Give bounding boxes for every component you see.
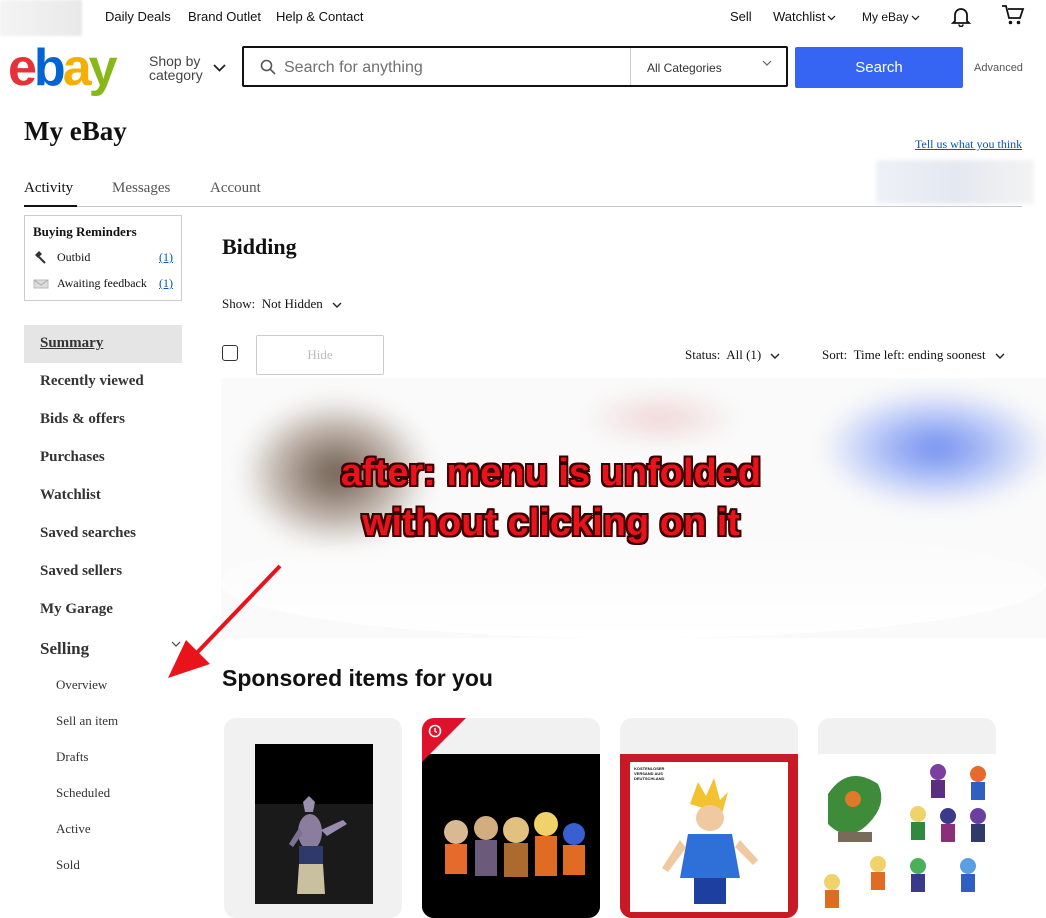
sponsored-title: Sponsored items for you xyxy=(222,665,493,691)
watchlist-label: Watchlist xyxy=(773,9,826,24)
status-filter[interactable]: Status: All (1) xyxy=(685,347,780,363)
reminder-label: Awaiting feedback xyxy=(57,276,147,290)
product-image xyxy=(255,744,373,904)
logo-letter: y xyxy=(88,39,118,97)
nav-subitem-sold[interactable]: Sold xyxy=(56,857,80,873)
chevron-down-icon xyxy=(770,347,780,363)
annotation-line2: without clicking on it xyxy=(362,502,740,544)
product-card[interactable]: KOSTENLOSER VERSAND AUS DEUTSCHLAND xyxy=(620,718,798,918)
tab-activity[interactable]: Activity xyxy=(24,180,73,197)
nav-item-saved-searches[interactable]: Saved searches xyxy=(40,525,136,542)
tab-account[interactable]: Account xyxy=(210,180,261,197)
search-bar: All Categories xyxy=(242,46,788,87)
reminder-count[interactable]: (1) xyxy=(159,250,173,265)
shop-by-line2: category xyxy=(149,67,203,83)
nav-item-summary[interactable]: Summary xyxy=(40,335,103,352)
show-filter[interactable]: Show: Not Hidden xyxy=(222,296,342,312)
chevron-down-icon xyxy=(332,296,342,312)
logo-letter: b xyxy=(33,39,66,97)
chevron-down-icon xyxy=(995,347,1005,363)
annotation-line1: after: menu is unfolded xyxy=(340,452,762,494)
envelope-icon xyxy=(33,277,49,289)
active-tab-indicator xyxy=(24,205,77,207)
product-image xyxy=(422,718,600,918)
tell-us-feedback-link[interactable]: Tell us what you think xyxy=(915,137,1022,152)
search-icon xyxy=(260,59,276,75)
shop-by-category-button[interactable]: Shop by category xyxy=(149,53,226,83)
my-ebay-label: My eBay xyxy=(862,10,909,24)
shipping-badge-text: KOSTENLOSER VERSAND AUS DEUTSCHLAND xyxy=(634,766,665,781)
sort-filter[interactable]: Sort: Time left: ending soonest xyxy=(822,347,1005,363)
nav-subitem-scheduled[interactable]: Scheduled xyxy=(56,785,110,801)
notification-bell-icon[interactable] xyxy=(950,5,972,27)
nav-item-recently-viewed[interactable]: Recently viewed xyxy=(40,373,144,390)
advanced-search-link[interactable]: Advanced xyxy=(974,62,1023,74)
top-bar: Daily Deals Brand Outlet Help & Contact … xyxy=(0,0,1046,32)
sort-label: Sort: xyxy=(822,347,848,362)
product-card[interactable] xyxy=(818,718,996,918)
blurred-text xyxy=(581,388,741,448)
status-label: Status: xyxy=(685,347,721,362)
product-image: KOSTENLOSER VERSAND AUS DEUTSCHLAND xyxy=(620,754,798,918)
watchlist-menu[interactable]: Watchlist xyxy=(773,9,836,24)
category-select[interactable]: All Categories xyxy=(630,48,788,85)
nav-item-bids-offers[interactable]: Bids & offers xyxy=(40,411,125,428)
logo-letter: a xyxy=(62,39,92,97)
product-card[interactable] xyxy=(422,718,600,918)
nav-subitem-sell-an-item[interactable]: Sell an item xyxy=(56,713,118,729)
search-button[interactable]: Search xyxy=(795,47,963,88)
sell-link[interactable]: Sell xyxy=(730,9,752,24)
cart-icon[interactable] xyxy=(1001,4,1025,26)
nav-subitem-overview[interactable]: Overview xyxy=(56,677,107,693)
nav-item-purchases[interactable]: Purchases xyxy=(40,449,105,466)
annotation-text: after: menu is unfolded without clicking… xyxy=(221,448,881,548)
select-all-checkbox[interactable] xyxy=(222,345,238,361)
help-contact-link[interactable]: Help & Contact xyxy=(276,9,363,24)
nav-item-watchlist[interactable]: Watchlist xyxy=(40,487,101,504)
hide-button[interactable]: Hide xyxy=(256,335,384,375)
page-title: My eBay xyxy=(24,116,127,146)
my-ebay-menu[interactable]: My eBay xyxy=(862,9,920,24)
status-value: All (1) xyxy=(726,347,762,362)
chevron-down-icon xyxy=(911,9,920,24)
chevron-down-icon xyxy=(762,60,772,66)
show-value: Not Hidden xyxy=(261,296,323,311)
buying-reminders-box: Buying Reminders Outbid (1) Awaiting fee… xyxy=(24,215,182,301)
brand-outlet-link[interactable]: Brand Outlet xyxy=(188,9,261,24)
nav-item-my-garage[interactable]: My Garage xyxy=(40,601,113,618)
search-input[interactable] xyxy=(284,59,624,77)
chevron-down-icon xyxy=(213,64,226,72)
show-label: Show: xyxy=(222,296,256,311)
gavel-icon xyxy=(33,250,47,264)
sort-value: Time left: ending soonest xyxy=(853,347,986,362)
nav-item-selling[interactable]: Selling xyxy=(40,639,89,659)
daily-deals-link[interactable]: Daily Deals xyxy=(105,9,171,24)
product-image xyxy=(818,754,996,918)
ebay-logo[interactable]: ebay xyxy=(8,39,118,97)
chevron-down-icon xyxy=(827,9,836,24)
tabs-divider xyxy=(24,206,1022,207)
logo-letter: e xyxy=(8,39,37,97)
reminder-label: Outbid xyxy=(57,250,91,264)
reminders-title: Buying Reminders xyxy=(33,224,137,239)
blurred-area xyxy=(876,160,1034,204)
clock-icon xyxy=(428,724,442,738)
shop-by-line1: Shop by xyxy=(149,53,201,69)
product-card[interactable] xyxy=(224,718,402,918)
section-title: Bidding xyxy=(222,234,297,259)
nav-item-saved-sellers[interactable]: Saved sellers xyxy=(40,563,122,580)
tab-messages[interactable]: Messages xyxy=(112,180,170,197)
category-select-value: All Categories xyxy=(647,61,722,75)
reminder-count[interactable]: (1) xyxy=(159,276,173,291)
nav-subitem-active[interactable]: Active xyxy=(56,821,91,837)
nav-subitem-drafts[interactable]: Drafts xyxy=(56,749,89,765)
